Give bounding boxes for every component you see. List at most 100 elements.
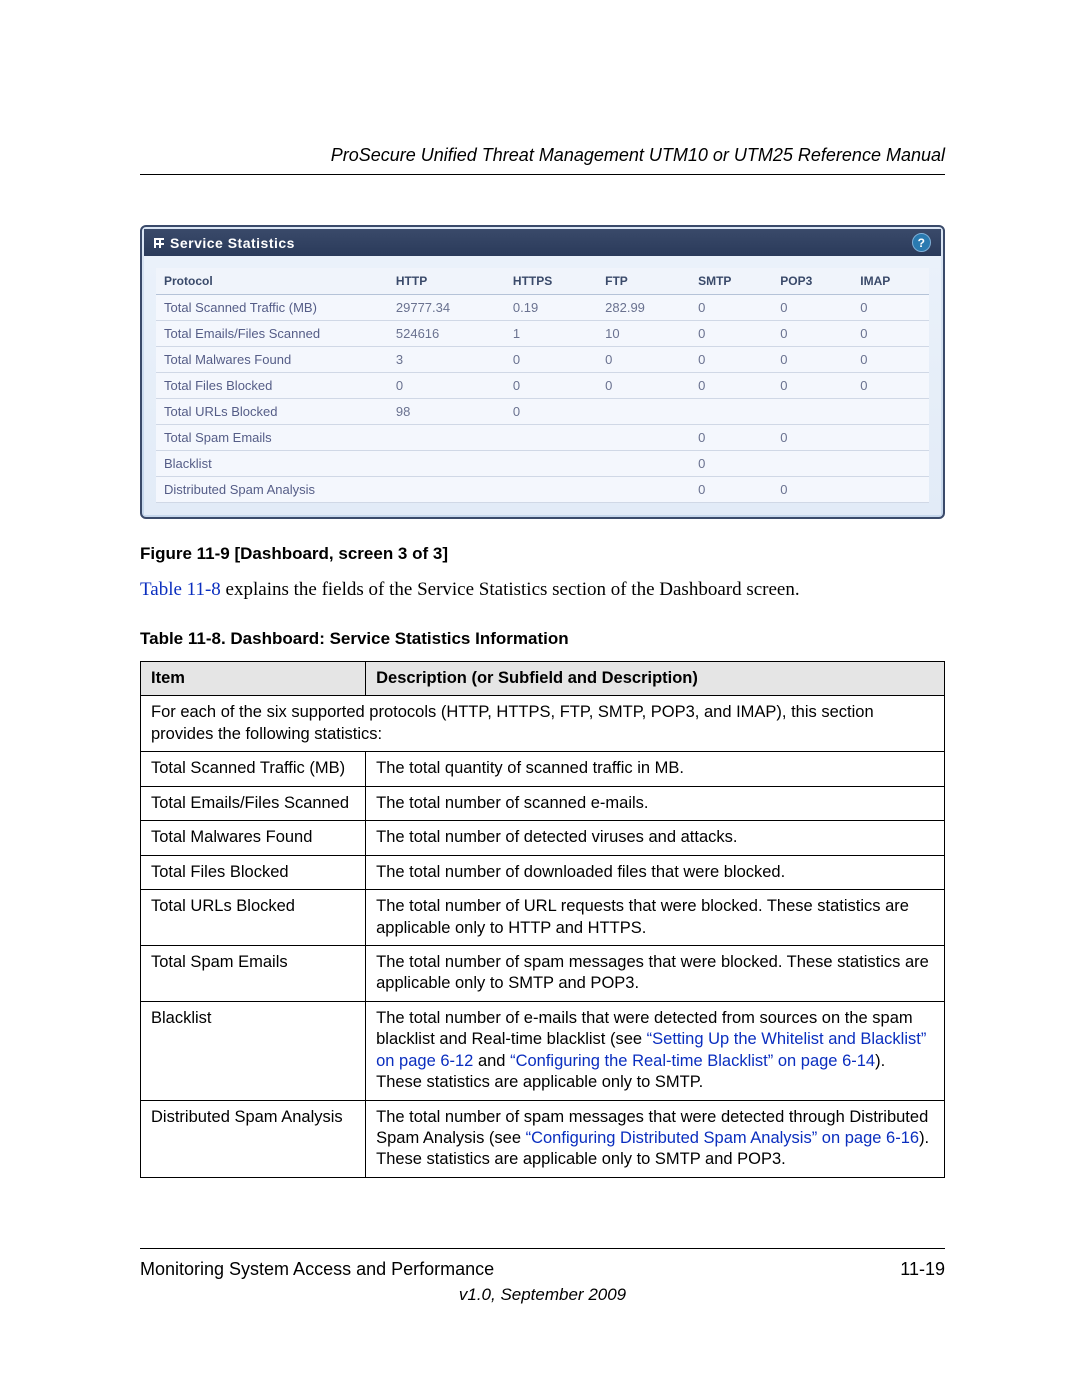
cell: 0 [690, 451, 772, 477]
row-label: Distributed Spam Analysis [156, 477, 388, 503]
table-row: Total Scanned Traffic (MB)29777.340.1928… [156, 295, 929, 321]
cell: 0 [690, 321, 772, 347]
stats-header: SMTP [690, 268, 772, 295]
cell: 0 [690, 347, 772, 373]
table-row: Total Scanned Traffic (MB)The total quan… [141, 752, 945, 786]
def-desc: The total number of detected viruses and… [366, 821, 945, 855]
cell: 0 [690, 425, 772, 451]
cell [388, 451, 505, 477]
cell [852, 451, 929, 477]
cell [852, 425, 929, 451]
table-row: Distributed Spam Analysis 00 [156, 477, 929, 503]
cell [505, 451, 597, 477]
cell [388, 477, 505, 503]
cell [597, 477, 690, 503]
stats-header: FTP [597, 268, 690, 295]
cell [597, 451, 690, 477]
cell [852, 399, 929, 425]
def-desc: The total number of spam messages that w… [366, 945, 945, 1001]
footer-section: Monitoring System Access and Performance [140, 1259, 494, 1280]
panel-title-text: Service Statistics [170, 235, 295, 251]
table-row: Total Malwares Found300000 [156, 347, 929, 373]
cell: 0 [772, 295, 852, 321]
row-label: Total Scanned Traffic (MB) [156, 295, 388, 321]
service-statistics-panel: Service Statistics ? ProtocolHTTPHTTPSFT… [140, 225, 945, 519]
cell: 0 [388, 373, 505, 399]
row-label: Total Spam Emails [156, 425, 388, 451]
table-row: Blacklist 0 [156, 451, 929, 477]
table-row: Total Spam Emails 00 [156, 425, 929, 451]
table-row: Total Emails/Files Scanned524616110000 [156, 321, 929, 347]
paragraph-text: explains the fields of the Service Stati… [221, 579, 800, 600]
cell: 0 [852, 347, 929, 373]
cell: 1 [505, 321, 597, 347]
def-desc: The total number of scanned e-mails. [366, 786, 945, 820]
cell [852, 477, 929, 503]
def-desc: The total number of URL requests that we… [366, 890, 945, 946]
def-item: Total Spam Emails [141, 945, 366, 1001]
cell: 0 [690, 373, 772, 399]
cell: 0 [772, 373, 852, 399]
cell: 0.19 [505, 295, 597, 321]
cell [505, 477, 597, 503]
col-item: Item [141, 662, 366, 696]
def-item: Total Files Blocked [141, 855, 366, 889]
cell: 0 [772, 477, 852, 503]
cell: 0 [597, 347, 690, 373]
cell [597, 399, 690, 425]
row-label: Total Files Blocked [156, 373, 388, 399]
def-desc: The total number of downloaded files tha… [366, 855, 945, 889]
row-label: Total Emails/Files Scanned [156, 321, 388, 347]
cell: 10 [597, 321, 690, 347]
row-label: Total Malwares Found [156, 347, 388, 373]
stats-header: IMAP [852, 268, 929, 295]
cell: 282.99 [597, 295, 690, 321]
def-item: Distributed Spam Analysis [141, 1100, 366, 1177]
footer: Monitoring System Access and Performance… [140, 1248, 945, 1305]
cell: 0 [505, 373, 597, 399]
cell [772, 399, 852, 425]
table-caption: Table 11-8. Dashboard: Service Statistic… [140, 629, 945, 649]
table-row: Distributed Spam AnalysisThe total numbe… [141, 1100, 945, 1177]
xref-link[interactable]: “Configuring the Real-time Blacklist” on… [510, 1052, 875, 1070]
paragraph: Table 11-8 explains the fields of the Se… [140, 579, 945, 601]
cell [505, 425, 597, 451]
row-label: Blacklist [156, 451, 388, 477]
def-desc: The total number of e-mails that were de… [366, 1001, 945, 1100]
def-item: Total URLs Blocked [141, 890, 366, 946]
cell: 524616 [388, 321, 505, 347]
cell: 0 [597, 373, 690, 399]
cell: 0 [772, 347, 852, 373]
cell: 0 [772, 321, 852, 347]
table-row: Total Files Blocked000000 [156, 373, 929, 399]
table-ref-link[interactable]: Table 11-8 [140, 579, 221, 600]
def-item: Total Malwares Found [141, 821, 366, 855]
cell: 0 [690, 477, 772, 503]
cell: 0 [852, 295, 929, 321]
def-item: Total Emails/Files Scanned [141, 786, 366, 820]
table-row: Total Spam EmailsThe total number of spa… [141, 945, 945, 1001]
row-label: Total URLs Blocked [156, 399, 388, 425]
table-row: Total URLs Blocked980 [156, 399, 929, 425]
cell: 3 [388, 347, 505, 373]
xref-link[interactable]: “Configuring Distributed Spam Analysis” … [526, 1129, 919, 1147]
cell [597, 425, 690, 451]
cell: 0 [852, 321, 929, 347]
cell: 0 [772, 425, 852, 451]
col-desc: Description (or Subfield and Description… [366, 662, 945, 696]
grid-icon [154, 238, 164, 248]
cell [388, 425, 505, 451]
cell [772, 451, 852, 477]
intro-row: For each of the six supported protocols … [141, 696, 945, 752]
panel-title-bar: Service Statistics ? [144, 229, 941, 256]
def-item: Blacklist [141, 1001, 366, 1100]
stats-header: HTTPS [505, 268, 597, 295]
figure-caption: Figure 11-9 [Dashboard, screen 3 of 3] [140, 544, 945, 564]
table-row: Total Files BlockedThe total number of d… [141, 855, 945, 889]
help-icon[interactable]: ? [912, 233, 931, 252]
footer-page: 11-19 [900, 1259, 945, 1280]
cell: 0 [690, 295, 772, 321]
table-row: Total Malwares FoundThe total number of … [141, 821, 945, 855]
cell: 0 [505, 399, 597, 425]
service-statistics-table: ProtocolHTTPHTTPSFTPSMTPPOP3IMAP Total S… [156, 268, 929, 503]
